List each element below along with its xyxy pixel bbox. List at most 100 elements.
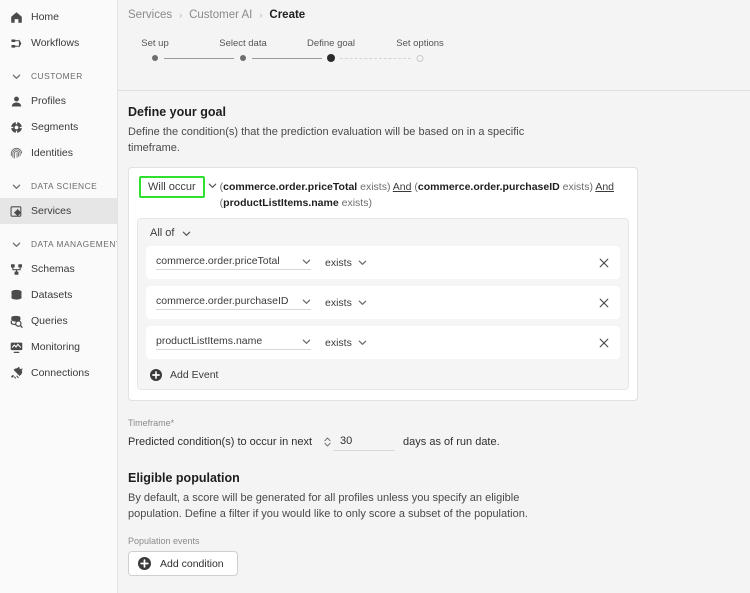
stepper-dot-current[interactable] — [327, 54, 335, 62]
app-root: HomeWorkflows CUSTOMER Profiles Segments Ide… — [0, 0, 750, 593]
stepper-step-select-data[interactable]: Select data — [243, 38, 291, 49]
chevron-down-icon — [302, 257, 311, 266]
eligible-population-section: Eligible population By default, a score … — [128, 471, 750, 576]
remove-condition-button[interactable] — [596, 335, 612, 351]
datasets-icon — [9, 288, 23, 302]
stepper-connector — [340, 58, 411, 59]
sidebar-item-label: Monitoring — [31, 342, 80, 353]
sidebar-item-datasets[interactable]: Datasets — [0, 282, 117, 308]
stepper-dot-todo[interactable] — [417, 55, 424, 62]
page-title-define-goal: Define your goal — [128, 105, 750, 119]
stepper-step-define-goal[interactable]: Define goal — [331, 38, 379, 49]
sidebar-section-label: DATA MANAGEMENT — [31, 239, 118, 249]
stepper-connector — [164, 58, 234, 59]
condition-rows: commerce.order.priceTotalexistscommerce.… — [146, 246, 620, 359]
timeframe-section: Timeframe* Predicted condition(s) to occ… — [128, 418, 750, 451]
stepper-step-set-up[interactable]: Set up — [155, 38, 182, 49]
sidebar-section-customer[interactable]: CUSTOMER — [0, 64, 117, 88]
sidebar: HomeWorkflows CUSTOMER Profiles Segments Ide… — [0, 0, 118, 593]
stepper-step-label: Set up — [141, 38, 168, 49]
sidebar-section-data-management[interactable]: DATA MANAGEMENT — [0, 232, 117, 256]
timeframe-stepper-icon[interactable] — [321, 435, 333, 449]
profiles-icon — [9, 94, 23, 108]
breadcrumb: Services › Customer AI › Create — [118, 0, 750, 21]
timeframe-days-input[interactable] — [333, 433, 395, 451]
progress-stepper: Set up Select data Define goal Set options — [140, 38, 470, 78]
stepper-dot-done[interactable] — [240, 55, 246, 61]
chevron-down-icon — [182, 229, 191, 238]
timeframe-row: Predicted condition(s) to occur in next … — [128, 433, 750, 451]
services-icon — [9, 204, 23, 218]
goal-summary-token: commerce.order.purchaseID — [418, 181, 560, 193]
condition-field-select[interactable]: productListItems.name — [156, 335, 311, 350]
condition-row: productListItems.name exists — [146, 326, 620, 359]
condition-row: commerce.order.priceTotal exists — [146, 246, 620, 279]
condition-group: All of commerce.order.priceTotalexistsco… — [137, 218, 629, 390]
condition-operator-select[interactable]: exists — [325, 337, 367, 349]
sidebar-item-queries[interactable]: Queries — [0, 308, 117, 334]
monitoring-icon — [9, 340, 23, 354]
top-zone: Services › Customer AI › Create Set upSe… — [118, 0, 750, 91]
chevron-down-icon — [9, 182, 23, 191]
sidebar-item-profiles[interactable]: Profiles — [0, 88, 117, 114]
condition-operator-value: exists — [325, 297, 352, 309]
condition-operator-select[interactable]: exists — [325, 257, 367, 269]
chevron-down-icon — [358, 298, 367, 307]
stepper-dot-done[interactable] — [152, 55, 158, 61]
sidebar-section-data-science[interactable]: DATA SCIENCE — [0, 174, 117, 198]
chevron-down-icon — [302, 337, 311, 346]
condition-row: commerce.order.purchaseID exists — [146, 286, 620, 319]
add-condition-button[interactable]: Add condition — [128, 551, 238, 576]
queries-icon — [9, 314, 23, 328]
sidebar-item-connections[interactable]: Connections — [0, 360, 117, 386]
sidebar-item-label: Profiles — [31, 96, 66, 107]
sidebar-item-segments[interactable]: Segments — [0, 114, 117, 140]
chevron-down-icon — [9, 240, 23, 249]
breadcrumb-item-services[interactable]: Services — [128, 9, 172, 21]
chevron-down-icon — [302, 297, 311, 306]
chevron-down-icon[interactable] — [208, 176, 217, 190]
condition-field-select[interactable]: commerce.order.priceTotal — [156, 255, 311, 270]
goal-summary-and-link[interactable]: And — [595, 181, 614, 193]
stepper-step-label: Select data — [219, 38, 267, 49]
logic-operator-select[interactable]: All of — [146, 226, 193, 239]
breadcrumb-separator-icon: › — [179, 10, 182, 20]
timeframe-label: Timeframe* — [128, 418, 750, 428]
sidebar-item-identities[interactable]: Identities — [0, 140, 117, 166]
goal-summary-token: exists) — [560, 181, 596, 193]
stepper-step-set-options[interactable]: Set options — [420, 38, 468, 49]
stepper-step-label: Set options — [396, 38, 444, 49]
goal-condition-card: Will occur (commerce.order.priceTotal ex… — [128, 167, 638, 402]
connections-icon — [9, 366, 23, 380]
remove-condition-button[interactable] — [596, 255, 612, 271]
sidebar-item-monitoring[interactable]: Monitoring — [0, 334, 117, 360]
breadcrumb-separator-icon: › — [259, 10, 262, 20]
chevron-down-icon — [358, 258, 367, 267]
sidebar-item-home[interactable]: Home — [0, 4, 117, 30]
home-icon — [9, 10, 23, 24]
sidebar-section-label: DATA SCIENCE — [31, 181, 97, 191]
condition-operator-select[interactable]: exists — [325, 297, 367, 309]
eligible-population-description: By default, a score will be generated fo… — [128, 491, 548, 523]
chevron-down-icon — [9, 72, 23, 81]
remove-condition-button[interactable] — [596, 295, 612, 311]
occurrence-select[interactable]: Will occur — [139, 176, 205, 198]
sidebar-item-label: Queries — [31, 316, 68, 327]
add-event-button[interactable]: Add Event — [146, 369, 218, 381]
sidebar-item-label: Connections — [31, 368, 89, 379]
condition-operator-value: exists — [325, 257, 352, 269]
sidebar-item-label: Identities — [31, 148, 73, 159]
goal-summary-and-link[interactable]: And — [393, 181, 412, 193]
goal-card-header: Will occur (commerce.order.priceTotal ex… — [137, 176, 629, 212]
plus-circle-icon — [138, 557, 151, 570]
condition-field-select[interactable]: commerce.order.purchaseID — [156, 295, 311, 310]
sidebar-item-services[interactable]: Services — [0, 198, 117, 224]
sidebar-item-workflows[interactable]: Workflows — [0, 30, 117, 56]
add-condition-label: Add condition — [160, 558, 224, 570]
breadcrumb-item-customer-ai[interactable]: Customer AI — [189, 9, 252, 21]
goal-summary-text: (commerce.order.priceTotal exists) And (… — [220, 176, 627, 212]
timeframe-suffix-text: days as of run date. — [403, 436, 500, 448]
sidebar-item-schemas[interactable]: Schemas — [0, 256, 117, 282]
condition-operator-value: exists — [325, 337, 352, 349]
stepper-step-label: Define goal — [307, 38, 355, 49]
